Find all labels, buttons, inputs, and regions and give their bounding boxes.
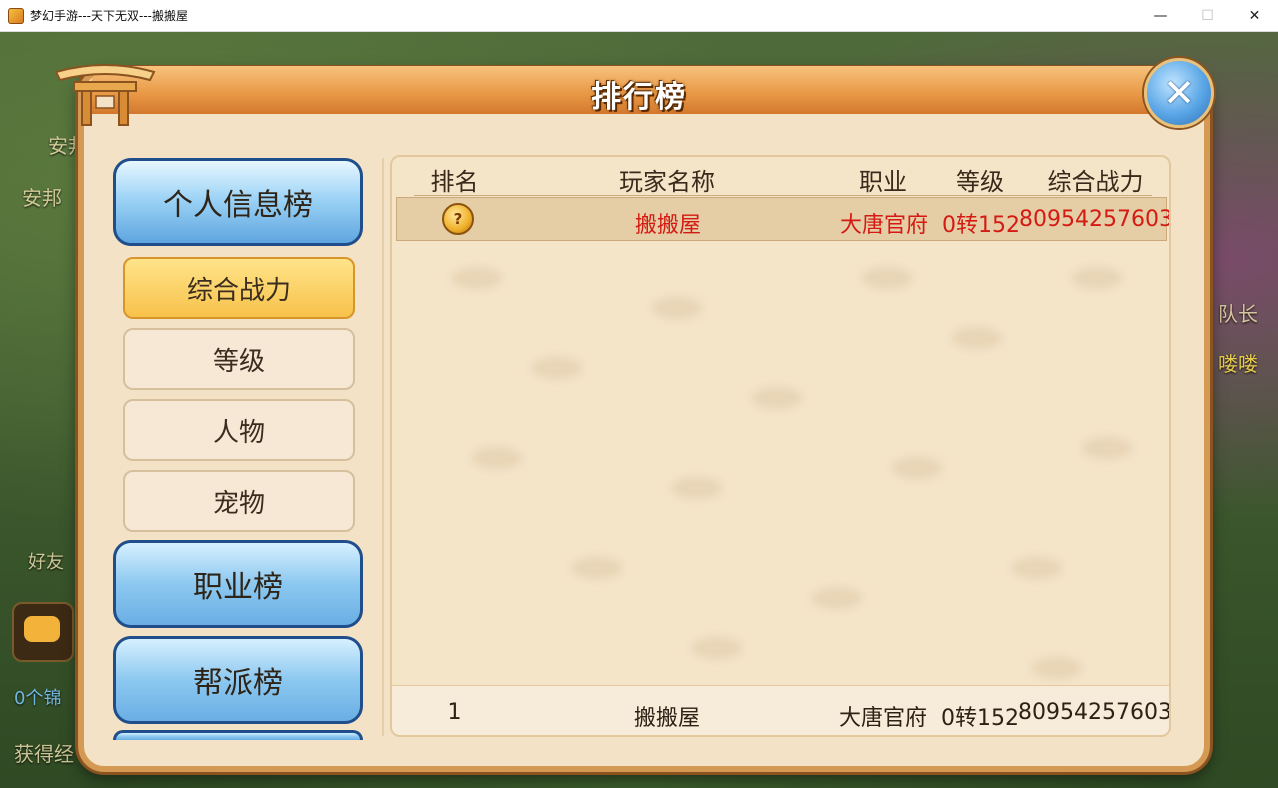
- table-row-selected[interactable]: ? 搬搬屋 大唐官府 0转152 8095425760304: [396, 197, 1169, 241]
- nav-more-item[interactable]: [113, 730, 363, 740]
- row-player-name: 搬搬屋: [634, 213, 701, 238]
- nav-sub-character[interactable]: 人物: [123, 399, 355, 461]
- blur-placeholder: [862, 267, 912, 289]
- bg-label-captain: 队长: [1218, 302, 1258, 326]
- chat-icon: [24, 616, 60, 642]
- my-level: 0转152: [941, 706, 1019, 731]
- page-title: 排行榜: [591, 80, 687, 115]
- blur-placeholder: [1012, 557, 1062, 579]
- my-player-name: 搬搬屋: [633, 706, 700, 731]
- minimize-button[interactable]: —: [1137, 0, 1184, 31]
- bg-label-louluo: 喽喽: [1218, 352, 1258, 376]
- bg-label-anbang-2: 安邦: [22, 186, 62, 210]
- blur-placeholder: [952, 327, 1002, 349]
- nav-guild-ranking[interactable]: 帮派榜: [113, 636, 363, 724]
- nav-job-ranking[interactable]: 职业榜: [113, 540, 363, 628]
- nav-personal-ranking[interactable]: 个人信息榜: [113, 158, 363, 246]
- my-power: 8095425760304: [1018, 700, 1171, 725]
- my-rank: 1: [447, 700, 462, 725]
- window-controls: — ☐ ✕: [1137, 0, 1278, 31]
- app-icon: [8, 7, 24, 24]
- medal-symbol: ?: [453, 210, 463, 228]
- close-button[interactable]: ✕: [1144, 58, 1214, 128]
- bg-label-friends: 好友: [28, 552, 64, 573]
- nav-sub-pet[interactable]: 宠物: [123, 470, 355, 532]
- close-icon: ✕: [1163, 71, 1195, 115]
- header-level: 等级: [956, 168, 1004, 196]
- nav-sub-level[interactable]: 等级: [123, 328, 355, 390]
- blur-placeholder: [452, 267, 502, 289]
- bg-label-hoe: 0个锦: [14, 688, 62, 709]
- blur-placeholder: [572, 557, 622, 579]
- my-rank-row: 1 搬搬屋 大唐官府 0转152 8095425760304: [392, 685, 1171, 735]
- row-level: 0转152: [942, 213, 1020, 238]
- chat-button[interactable]: [12, 602, 74, 662]
- window-title: 梦幻手游---天下无双---搬搬屋: [30, 9, 188, 23]
- header-player-name: 玩家名称: [619, 168, 715, 196]
- nav-divider: [382, 158, 384, 736]
- table-header-row: 排名 玩家名称 职业 等级 综合战力: [392, 157, 1169, 197]
- blur-placeholder: [532, 357, 582, 379]
- row-job: 大唐官府: [839, 213, 928, 238]
- row-power: 8095425760304: [1019, 207, 1171, 232]
- header-rank: 排名: [430, 168, 479, 196]
- my-job: 大唐官府: [838, 706, 927, 731]
- blur-placeholder: [812, 587, 862, 609]
- nav-sub-combat-power[interactable]: 综合战力: [123, 257, 355, 319]
- blur-placeholder: [1082, 437, 1132, 459]
- blur-placeholder: [1072, 267, 1122, 289]
- maximize-button[interactable]: ☐: [1184, 0, 1231, 31]
- header-power: 综合战力: [1047, 168, 1144, 196]
- blur-placeholder: [472, 447, 522, 469]
- blur-placeholder: [892, 457, 942, 479]
- ranking-table: 排名 玩家名称 职业 等级 综合战力 ? 搬搬屋 大唐官府 0转152 8095…: [390, 155, 1171, 737]
- blur-placeholder: [692, 637, 742, 659]
- blur-placeholder: [672, 477, 722, 499]
- blur-placeholder: [1032, 657, 1082, 679]
- unknown-rank-medal-icon: ?: [442, 203, 474, 235]
- bg-label-exp: 获得经: [14, 742, 74, 766]
- header-divider: [414, 195, 1152, 196]
- window-titlebar: 梦幻手游---天下无双---搬搬屋 — ☐ ✕: [0, 0, 1278, 32]
- blur-placeholder: [752, 387, 802, 409]
- window-close-button[interactable]: ✕: [1231, 0, 1278, 31]
- header-job: 职业: [859, 168, 907, 196]
- blur-placeholder: [652, 297, 702, 319]
